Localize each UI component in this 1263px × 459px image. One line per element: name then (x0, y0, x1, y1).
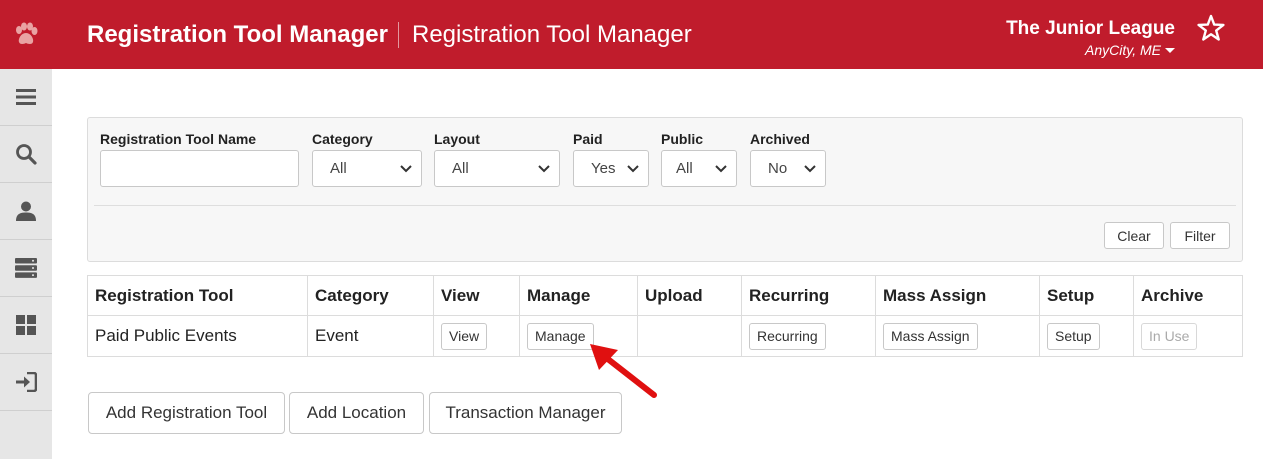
registration-tools-table: Registration Tool Category View Manage U… (87, 275, 1243, 357)
column-header: View (434, 276, 520, 316)
filter-panel: Registration Tool Name Category All Layo… (87, 117, 1243, 262)
user-icon (16, 201, 36, 221)
page-title: Registration Tool Manager (412, 21, 692, 48)
paid-filter-value: Yes (591, 160, 616, 177)
org-location-label: AnyCity, ME (1085, 42, 1161, 58)
recurring-cell: Recurring (742, 316, 876, 356)
name-filter-label: Registration Tool Name (100, 131, 257, 147)
sign-in-icon (16, 372, 37, 392)
layout-filter-select[interactable]: All (434, 150, 560, 187)
category-filter-label: Category (312, 131, 373, 147)
sidebar-item-sign-in[interactable] (0, 354, 52, 411)
sidebar-item-menu[interactable] (0, 69, 52, 126)
tool-name-cell: Paid Public Events (88, 316, 308, 356)
layout-filter-label: Layout (434, 131, 480, 147)
title-divider (398, 22, 399, 48)
column-header: Mass Assign (876, 276, 1040, 316)
transaction-manager-button[interactable]: Transaction Manager (429, 392, 622, 434)
setup-cell: Setup (1040, 316, 1134, 356)
menu-icon (16, 89, 36, 105)
setup-button[interactable]: Setup (1047, 322, 1100, 350)
chevron-down-icon (627, 165, 639, 173)
caret-down-icon (1165, 47, 1175, 53)
sidebar-item-dashboard[interactable] (0, 297, 52, 354)
manage-button[interactable]: Manage (527, 322, 594, 350)
category-filter-select[interactable]: All (312, 150, 422, 187)
layout-filter-value: All (452, 160, 469, 177)
mass-assign-cell: Mass Assign (876, 316, 1040, 356)
sidebar-item-user[interactable] (0, 183, 52, 240)
chevron-down-icon (538, 165, 550, 173)
public-filter-select[interactable]: All (661, 150, 737, 187)
column-header: Upload (638, 276, 742, 316)
column-header: Recurring (742, 276, 876, 316)
mass-assign-button[interactable]: Mass Assign (883, 322, 978, 350)
recurring-button[interactable]: Recurring (749, 322, 826, 350)
grid-icon (16, 315, 36, 335)
search-icon (16, 144, 37, 165)
public-filter-label: Public (661, 131, 704, 147)
category-filter-value: All (330, 160, 347, 177)
org-name: The Junior League (1006, 18, 1175, 39)
filter-button[interactable]: Filter (1170, 222, 1230, 249)
name-filter-input[interactable] (100, 150, 299, 187)
in-use-button: In Use (1141, 322, 1198, 350)
archived-filter-select[interactable]: No (750, 150, 826, 187)
sidebar-item-server[interactable] (0, 240, 52, 297)
top-bar: Registration Tool Manager Registration T… (0, 0, 1263, 69)
view-button[interactable]: View (441, 322, 488, 350)
column-header: Category (308, 276, 434, 316)
clear-button[interactable]: Clear (1104, 222, 1164, 249)
view-cell: View (434, 316, 520, 356)
column-header: Manage (520, 276, 638, 316)
chevron-down-icon (715, 165, 727, 173)
org-location-dropdown[interactable]: AnyCity, ME (1085, 42, 1175, 58)
paw-icon[interactable] (0, 0, 52, 69)
column-header: Registration Tool (88, 276, 308, 316)
paid-filter-select[interactable]: Yes (573, 150, 649, 187)
add-location-button[interactable]: Add Location (289, 392, 424, 434)
archived-filter-label: Archived (750, 131, 810, 147)
archive-cell: In Use (1134, 316, 1242, 356)
app-title: Registration Tool Manager (87, 21, 388, 48)
chevron-down-icon (804, 165, 816, 173)
sidebar (0, 69, 52, 459)
sidebar-item-search[interactable] (0, 126, 52, 183)
column-header: Setup (1040, 276, 1134, 316)
archived-filter-value: No (768, 160, 788, 177)
category-cell: Event (308, 316, 434, 356)
chevron-down-icon (400, 165, 412, 173)
column-header: Archive (1134, 276, 1242, 316)
public-filter-value: All (676, 160, 693, 177)
paid-filter-label: Paid (573, 131, 603, 147)
star-outline-icon[interactable] (1197, 14, 1225, 42)
add-registration-tool-button[interactable]: Add Registration Tool (88, 392, 285, 434)
filter-divider (94, 205, 1236, 206)
server-icon (15, 258, 37, 278)
